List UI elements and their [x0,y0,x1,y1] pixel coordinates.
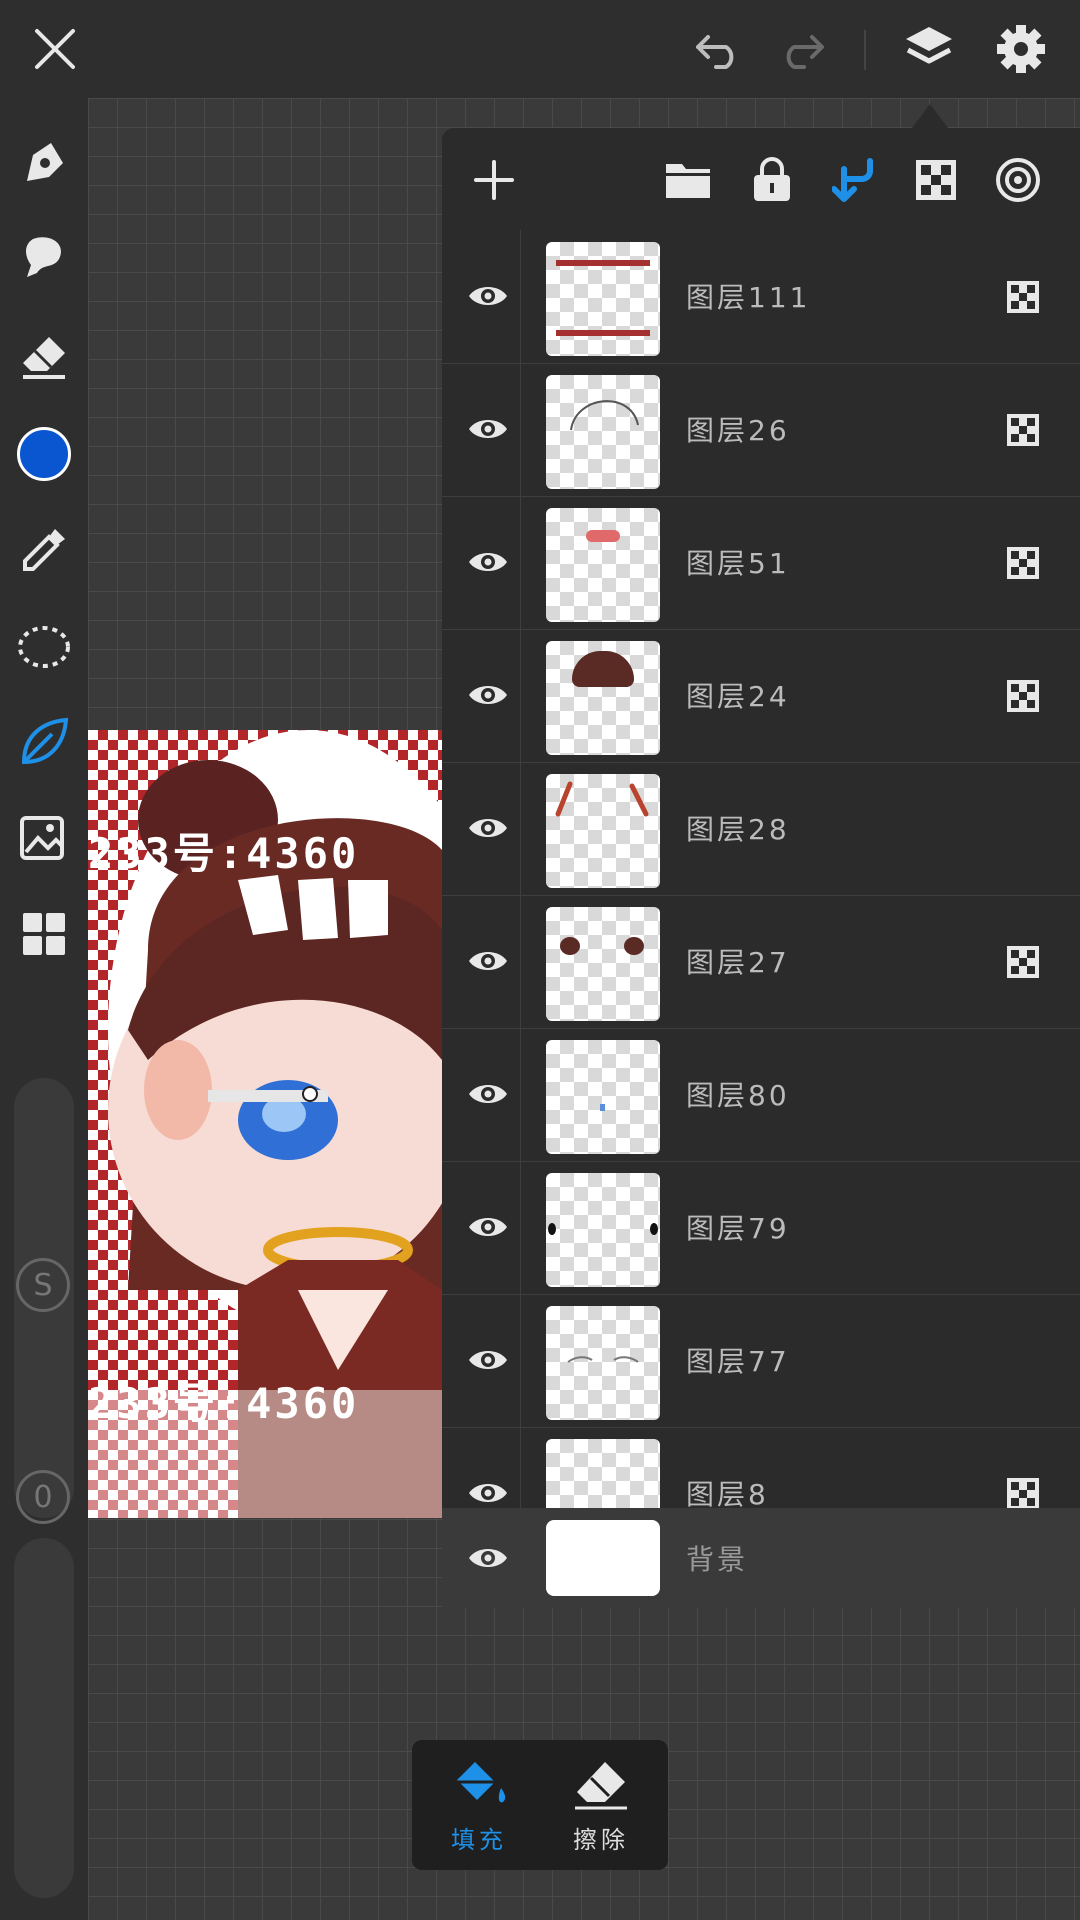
layer-row[interactable]: 图层8 [442,1427,1080,1508]
pen-icon[interactable] [10,128,78,196]
layer-thumbnail [546,1306,660,1420]
layer-thumbnail [546,641,660,755]
brush-size-indicator: S [16,1258,70,1312]
layer-row[interactable]: 图层80 [442,1028,1080,1162]
clip-arrow-icon[interactable] [818,144,890,216]
opacity-indicator: 0 [16,1470,70,1524]
alpha-lock-icon[interactable] [1006,546,1040,580]
smudge-icon[interactable] [10,224,78,292]
eye-icon[interactable] [462,403,514,455]
layer-name: 图层51 [686,547,790,580]
eraser-icon[interactable] [10,322,78,390]
opacity-slider[interactable] [14,1538,74,1898]
undo-icon[interactable] [686,16,752,82]
paint-bucket-icon [455,1762,506,1803]
alpha-lock-icon[interactable] [900,144,972,216]
layer-thumbnail [546,774,660,888]
layer-name: 图层79 [686,1212,790,1245]
layer-row[interactable]: 图层24 [442,629,1080,763]
erase-label: 擦除 [573,1826,629,1854]
layer-name: 图层77 [686,1345,790,1378]
reference-icon[interactable] [982,144,1054,216]
background-thumbnail [546,1520,660,1596]
eyedropper-icon[interactable] [10,516,78,584]
watermark-text-top: 233号:4360 [88,829,360,878]
layer-name: 图层24 [686,680,790,713]
layer-thumbnail [546,375,660,489]
background-layer-row[interactable]: 背景 [442,1508,1080,1608]
alpha-lock-icon[interactable] [1006,679,1040,713]
eye-icon[interactable] [462,669,514,721]
eye-icon[interactable] [462,1467,514,1508]
watermark-text-bottom: 233号:4360 [88,1379,360,1428]
layer-thumbnail [546,242,660,356]
alpha-lock-icon[interactable] [1006,945,1040,979]
alpha-lock-icon[interactable] [1006,413,1040,447]
gallery-grid-icon[interactable] [10,900,78,968]
alpha-lock-icon[interactable] [1006,1477,1040,1508]
erase-button[interactable]: 擦除 [546,1758,656,1858]
layer-name: 图层28 [686,813,790,846]
layers-icon[interactable] [896,16,962,82]
eraser-icon [575,1762,627,1810]
layer-name: 图层26 [686,414,790,447]
layer-thumbnail [546,1173,660,1287]
layer-name: 图层8 [686,1478,769,1508]
eye-icon[interactable] [462,1532,514,1584]
eye-icon[interactable] [462,1201,514,1253]
gear-icon[interactable] [988,16,1054,82]
layer-thumbnail [546,1439,660,1508]
left-toolbar: S 0 [0,98,88,1920]
lock-icon[interactable] [736,144,808,216]
eye-icon[interactable] [462,270,514,322]
layer-row[interactable]: 图层28 [442,762,1080,896]
layer-thumbnail [546,1040,660,1154]
layer-row[interactable]: 图层51 [442,496,1080,630]
image-import-icon[interactable] [10,804,78,872]
fill-tool-icon[interactable] [10,708,78,776]
eye-icon[interactable] [462,1334,514,1386]
alpha-lock-icon[interactable] [1006,280,1040,314]
layer-thumbnail [546,907,660,1021]
lasso-select-icon[interactable] [10,612,78,680]
fill-label: 填充 [451,1826,507,1854]
fill-button[interactable]: 填充 [424,1758,534,1858]
color-swatch[interactable] [10,420,78,488]
add-layer-icon[interactable] [458,144,530,216]
panel-pointer [912,104,948,128]
layer-row[interactable]: 图层79 [442,1161,1080,1295]
close-icon[interactable] [22,16,88,82]
eye-icon[interactable] [462,536,514,588]
background-layer-name: 背景 [686,1543,749,1576]
layer-row[interactable]: 图层77 [442,1294,1080,1428]
layer-row[interactable]: 图层111 [442,230,1080,364]
layer-name: 图层80 [686,1079,790,1112]
layer-name: 图层111 [686,281,811,314]
top-bar [0,0,1080,98]
fill-erase-toggle: 填充 擦除 [412,1740,668,1870]
layer-row[interactable]: 图层26 [442,363,1080,497]
layer-name: 图层27 [686,946,790,979]
artwork-canvas[interactable]: 233号:4360 233号:4360 [88,730,442,1518]
divider [864,30,866,70]
layer-thumbnail [546,508,660,622]
folder-icon[interactable] [652,144,724,216]
eye-icon[interactable] [462,802,514,854]
layer-row[interactable]: 图层27 [442,895,1080,1029]
eye-icon[interactable] [462,935,514,987]
redo-icon[interactable] [768,16,834,82]
eye-icon[interactable] [462,1068,514,1120]
